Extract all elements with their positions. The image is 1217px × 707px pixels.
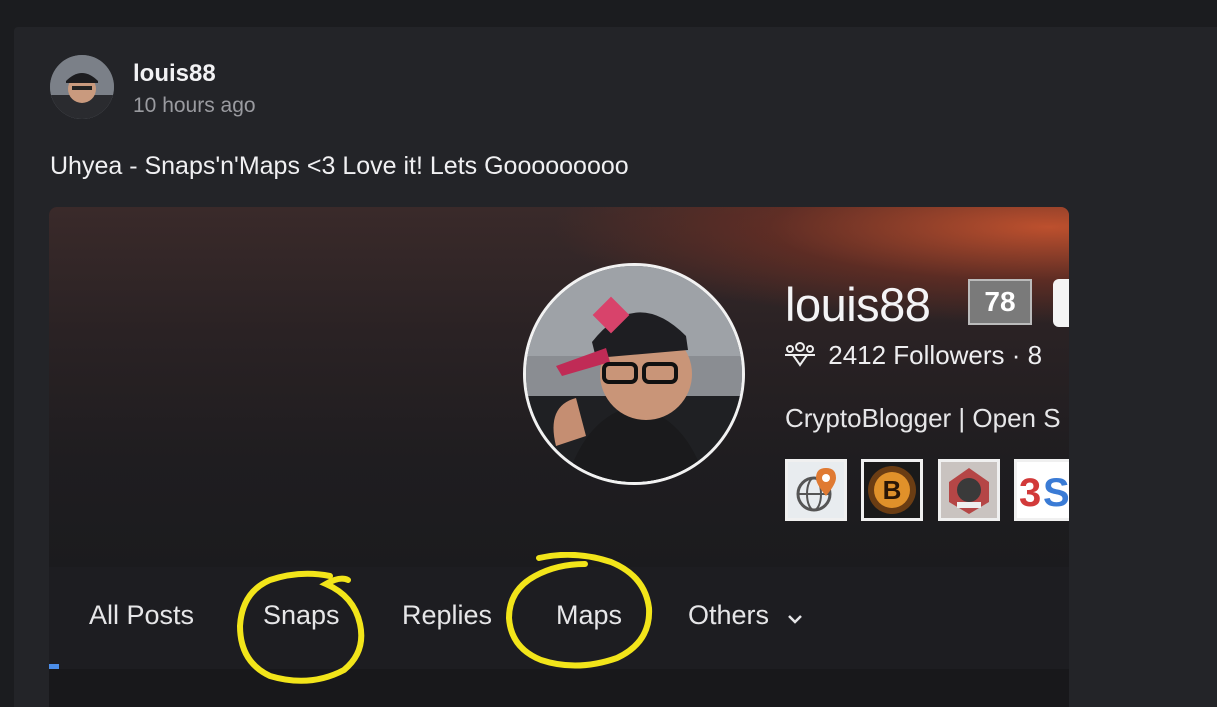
followers-icon [785, 341, 821, 374]
embedded-screenshot: louis88 78 2412 Followers · 8 CryptoBlog… [49, 207, 1069, 707]
followers-stats: 2412 Followers · 8 [785, 340, 1042, 374]
author-name[interactable]: louis88 [133, 60, 216, 88]
tab-others-label: Others [688, 600, 770, 630]
3speak-badge: 3 S [1014, 459, 1069, 521]
emblem-badge [937, 459, 1000, 521]
map-globe-badge [785, 459, 847, 521]
svg-text:B: B [883, 475, 902, 505]
svg-text:3: 3 [1019, 471, 1041, 515]
profile-bio: CryptoBlogger | Open S [785, 403, 1061, 433]
profile-tabs: All Posts Snaps Replies Maps Others [49, 567, 1069, 669]
bitcoin-badge: B [861, 459, 924, 521]
author-avatar[interactable] [50, 55, 114, 119]
followers-count: 2412 Followers · 8 [828, 340, 1043, 370]
tab-maps[interactable]: Maps [556, 600, 622, 631]
social-icon [1053, 279, 1069, 327]
tab-snaps[interactable]: Snaps [263, 600, 340, 631]
svg-text:S: S [1043, 471, 1069, 515]
tab-replies[interactable]: Replies [402, 600, 492, 631]
chevron-down-icon [787, 601, 803, 632]
tab-others[interactable]: Others [688, 600, 803, 632]
badge-row: B 3 S [785, 459, 1069, 521]
reputation-badge: 78 [968, 279, 1032, 325]
post-timestamp: 10 hours ago [133, 94, 256, 117]
feed-area [49, 669, 1069, 707]
tab-all-posts[interactable]: All Posts [89, 600, 194, 631]
profile-avatar [523, 263, 745, 485]
profile-name: louis88 [785, 278, 931, 331]
post-text: Uhyea - Snaps'n'Maps <3 Love it! Lets Go… [50, 152, 629, 180]
